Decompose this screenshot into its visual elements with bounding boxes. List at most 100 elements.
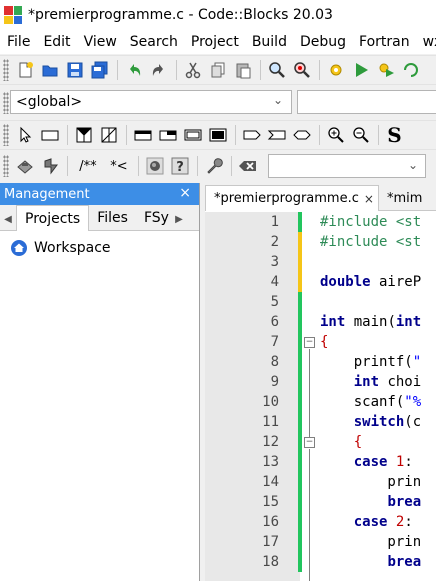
select-arrow-icon[interactable] (13, 124, 36, 146)
menu-bar: File Edit View Search Project Build Debu… (0, 30, 436, 54)
crossed-box-icon[interactable] (97, 124, 120, 146)
doxywizard-icon[interactable] (13, 155, 36, 177)
block1-icon[interactable] (131, 124, 154, 146)
wrench-icon[interactable] (202, 155, 225, 177)
close-icon[interactable]: × (179, 185, 191, 201)
menu-debug[interactable]: Debug (293, 30, 352, 54)
code-line: #include <st (320, 214, 422, 230)
run-icon[interactable] (349, 59, 372, 81)
new-file-icon[interactable] (13, 59, 36, 81)
copy-icon[interactable] (206, 59, 229, 81)
codeblocks-app-icon (4, 6, 22, 24)
extract-doc-icon[interactable] (38, 155, 61, 177)
rect-icon[interactable] (38, 124, 61, 146)
line-number: 9 (270, 374, 279, 390)
toolbar-separator (235, 124, 236, 145)
tab-scroll-right-icon[interactable]: ▶ (171, 208, 187, 230)
undo-icon[interactable] (122, 59, 145, 81)
toolbar-separator (319, 124, 320, 145)
zoom-in-icon[interactable] (324, 124, 347, 146)
fold-toggle-icon[interactable]: − (304, 437, 315, 448)
open-icon[interactable] (38, 59, 61, 81)
block4-icon[interactable] (206, 124, 229, 146)
chevron-down-icon: ⌄ (272, 93, 283, 107)
workspace-icon (11, 240, 27, 256)
search-combo-input[interactable]: ⌄ (268, 154, 426, 178)
change-marker (298, 492, 302, 512)
change-marker (298, 272, 302, 292)
rebuild-icon[interactable] (399, 59, 422, 81)
editor-area: *premierprogramme.c × *mim 1 2 3 4 5 6 7… (205, 183, 436, 581)
cut-icon[interactable] (181, 59, 204, 81)
editor-tab-label: *premierprogramme.c (214, 191, 359, 206)
scope-dropdown[interactable]: <global> ⌄ (10, 90, 292, 114)
tab-scroll-left-icon[interactable]: ◀ (0, 208, 16, 230)
change-marker (298, 512, 302, 532)
block2-icon[interactable] (156, 124, 179, 146)
code-text[interactable]: #include <st #include <st double aireP i… (320, 212, 436, 572)
clear-search-icon[interactable] (236, 155, 259, 177)
change-marker-bar (298, 212, 302, 581)
menu-project[interactable]: Project (184, 30, 245, 54)
toolbar-separator (260, 59, 261, 80)
save-icon[interactable] (63, 59, 86, 81)
code-line: double aireP (320, 274, 422, 290)
change-marker (298, 332, 302, 352)
toolbar-separator (117, 59, 118, 80)
code-line: int choi (353, 374, 422, 390)
toolbar-grip[interactable] (3, 91, 9, 114)
code-line: { (320, 334, 329, 350)
line-number: 8 (270, 354, 279, 370)
checked-box-icon[interactable] (72, 124, 95, 146)
replace-icon[interactable] (290, 59, 313, 81)
code-line: printf(" (320, 354, 422, 370)
menu-edit[interactable]: Edit (36, 30, 76, 54)
change-marker (298, 532, 302, 552)
menu-fortran[interactable]: Fortran (352, 30, 416, 54)
menu-view[interactable]: View (77, 30, 123, 54)
change-marker (298, 372, 302, 392)
help-icon[interactable]: ? (168, 155, 191, 177)
workspace-tree-item[interactable]: Workspace (0, 237, 199, 259)
paste-icon[interactable] (231, 59, 254, 81)
arrow-box2-icon[interactable] (265, 124, 288, 146)
tab-projects[interactable]: Projects (16, 205, 90, 231)
menu-build[interactable]: Build (245, 30, 293, 54)
toolbar-grip[interactable] (3, 58, 9, 81)
build-run-icon[interactable] (374, 59, 397, 81)
toolbar-grip[interactable] (3, 155, 9, 177)
find-icon[interactable] (265, 59, 288, 81)
arrow-box1-icon[interactable] (240, 124, 263, 146)
s-icon[interactable]: S (383, 123, 406, 147)
close-icon[interactable]: × (364, 192, 374, 206)
globe-icon[interactable] (143, 155, 166, 177)
editor-tab[interactable]: *mim (379, 186, 426, 210)
zoom-out-icon[interactable] (349, 124, 372, 146)
menu-file[interactable]: File (0, 30, 36, 54)
doxy-block-comment-button[interactable]: /** (72, 155, 104, 177)
code-line: case 2: (353, 514, 413, 530)
menu-search[interactable]: Search (123, 30, 184, 54)
save-all-icon[interactable] (88, 59, 111, 81)
code-line: #include <st (320, 234, 422, 250)
code-line: prin (320, 534, 422, 550)
fold-toggle-icon[interactable]: − (304, 337, 315, 348)
menu-wxsmith[interactable]: wxS (416, 30, 436, 54)
block3-icon[interactable] (181, 124, 204, 146)
code-line: scanf("% (320, 394, 422, 410)
fold-guide (309, 449, 310, 581)
svg-text:?: ? (176, 160, 184, 175)
function-dropdown[interactable] (297, 90, 436, 114)
build-icon[interactable] (324, 59, 347, 81)
change-marker (298, 432, 302, 452)
tab-fsymbols[interactable]: FSy (136, 206, 171, 230)
arrow-box3-icon[interactable] (290, 124, 313, 146)
line-numbers: 1 2 3 4 5 6 7 8 9 10 11 12 13 14 15 16 1… (213, 212, 279, 572)
tab-files[interactable]: Files (89, 206, 136, 230)
editor-tab-active[interactable]: *premierprogramme.c × (205, 185, 379, 211)
redo-icon[interactable] (147, 59, 170, 81)
toolbar-grip[interactable] (3, 123, 9, 146)
doxy-line-comment-button[interactable]: *< (106, 155, 132, 177)
